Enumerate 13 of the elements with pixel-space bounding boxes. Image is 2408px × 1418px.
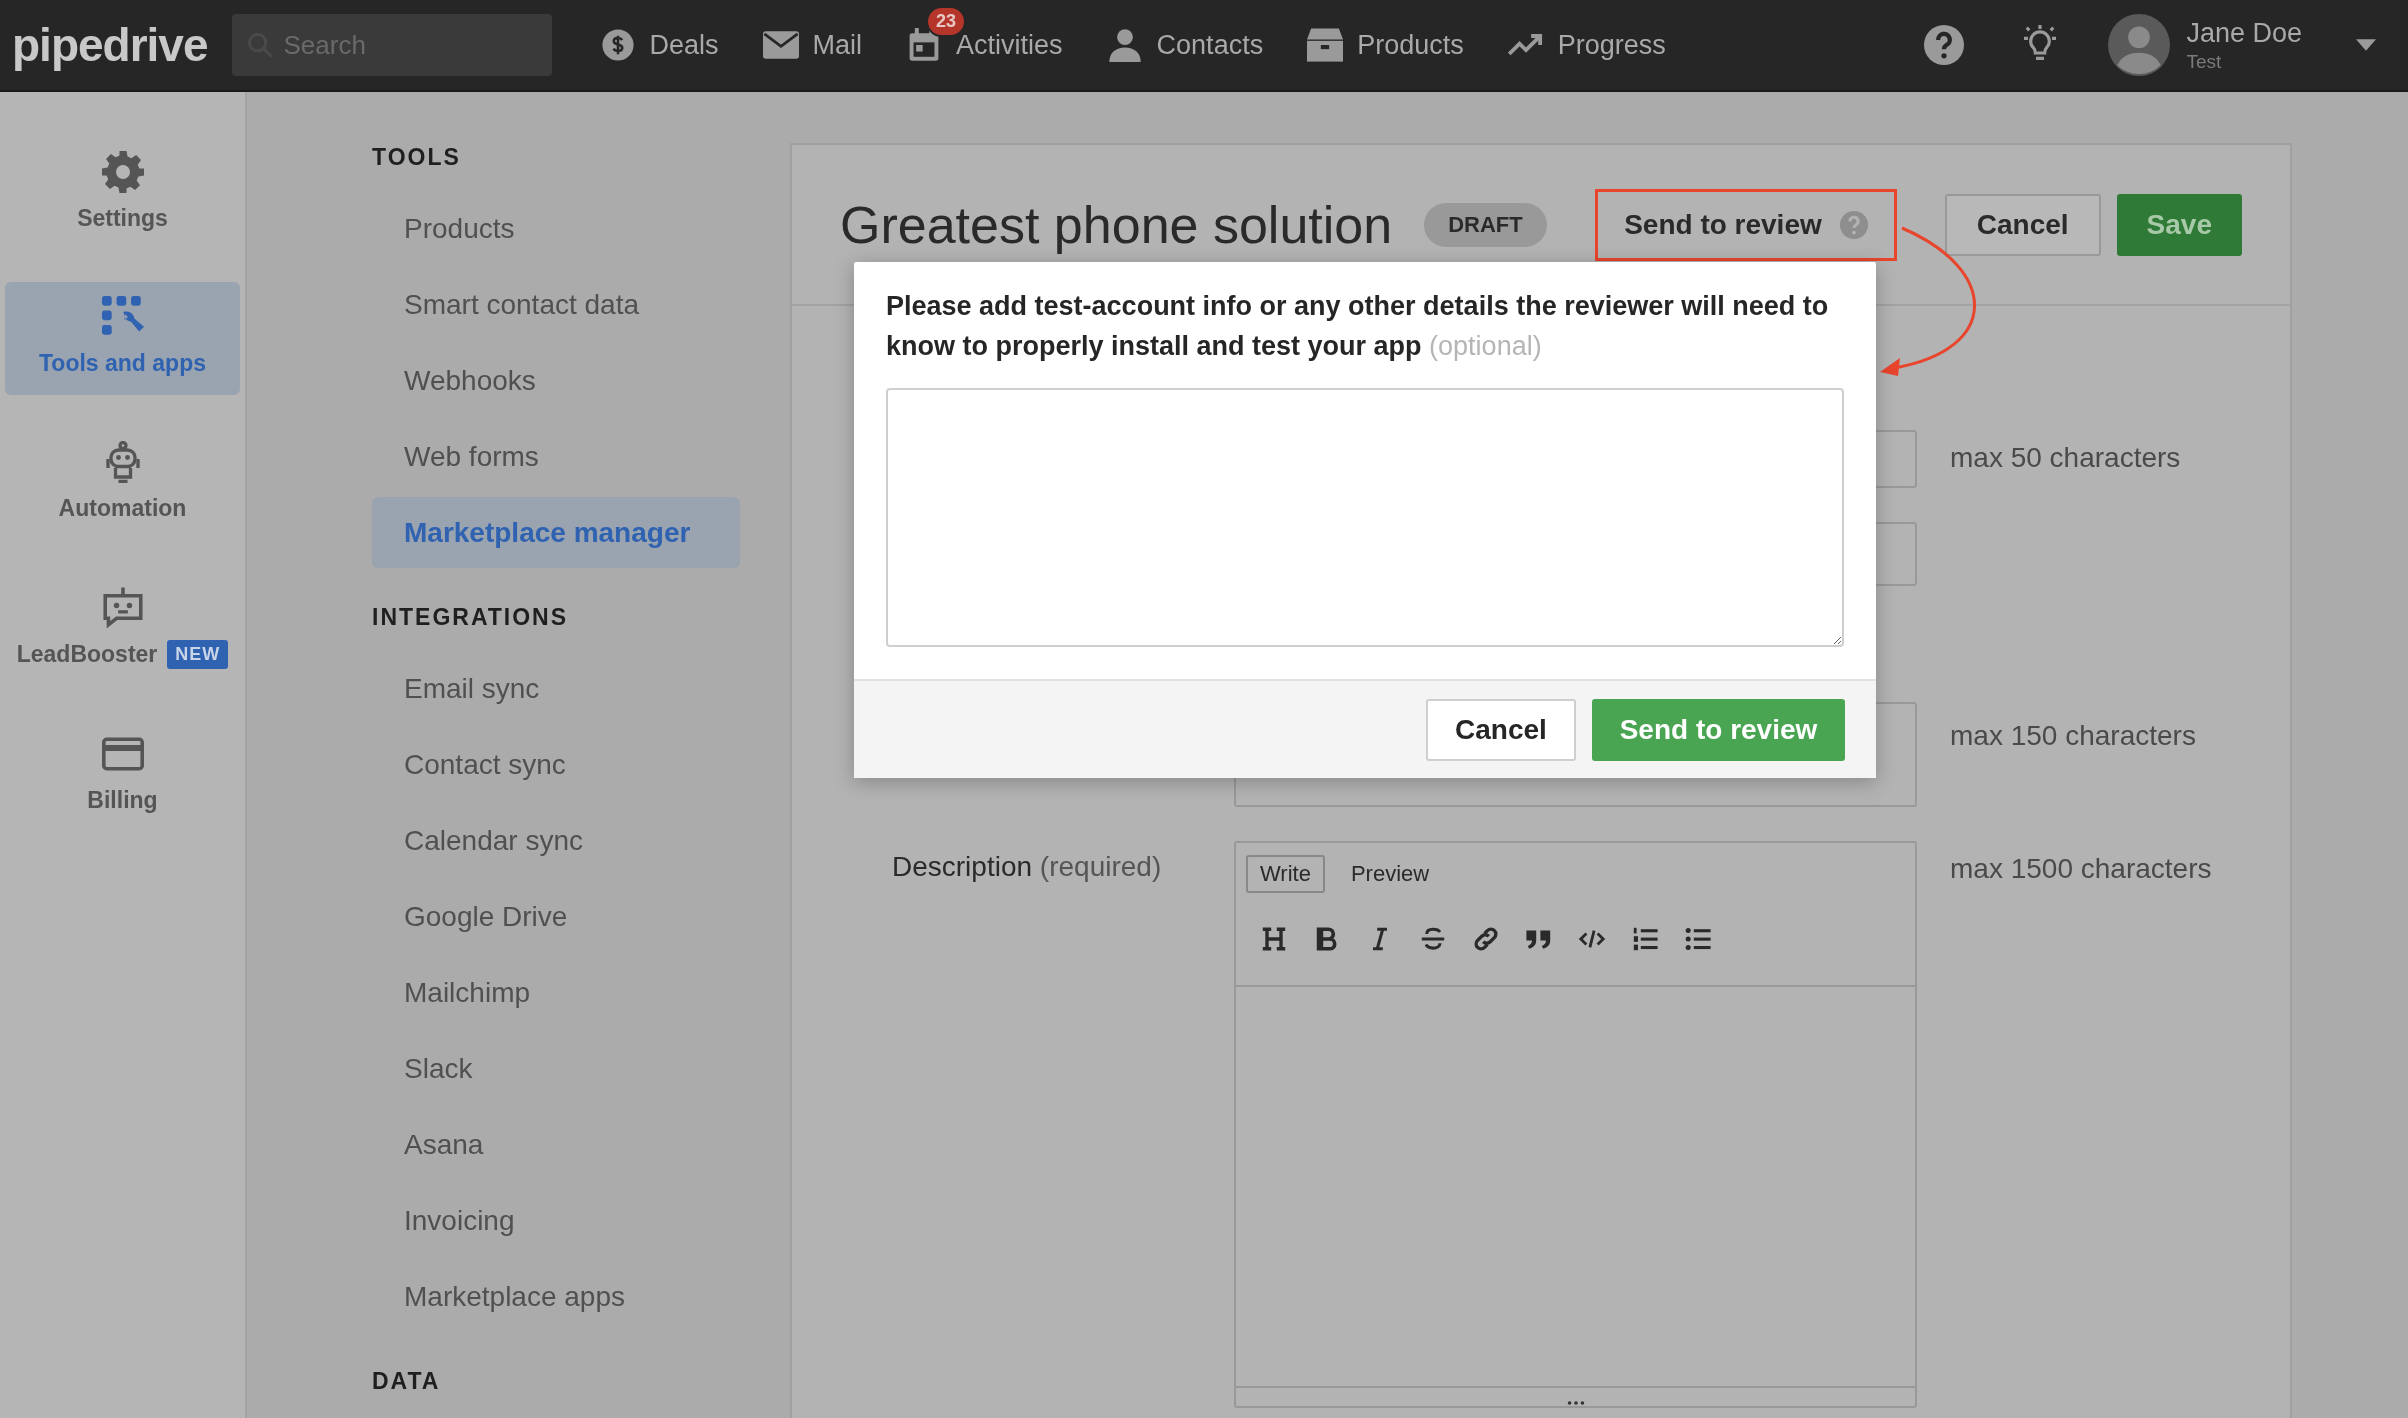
section-heading: TOOLS — [372, 144, 462, 171]
section-heading: INTEGRATIONS — [372, 604, 570, 631]
dialog-message: Please add test-account info or any other details the reviewer will need to know to properly install and test your app (optional) — [885, 290, 1830, 363]
user-subtitle: Test — [2186, 50, 2223, 73]
new-badge: NEW — [167, 640, 229, 669]
field-label: Description (required) — [892, 851, 1162, 882]
status-badge: DRAFT — [1424, 202, 1547, 247]
hint-text: max 50 characters — [1950, 442, 2181, 473]
page-title: Greatest phone solution — [840, 194, 1393, 255]
hint-text: max 1500 characters — [1950, 853, 2212, 884]
user-name: Jane Doe — [2186, 17, 2302, 49]
section-heading: DATA — [372, 1368, 442, 1395]
hint-text: max 150 characters — [1950, 720, 2196, 751]
